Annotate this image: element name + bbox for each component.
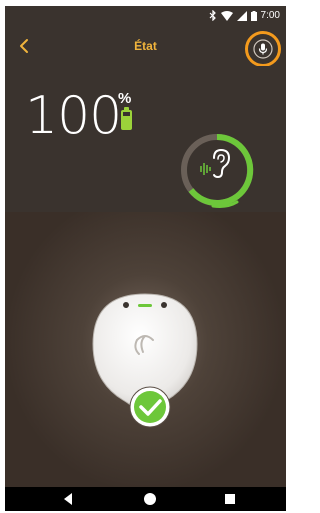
back-triangle-icon[interactable]	[61, 491, 77, 507]
status-time: 7:00	[260, 10, 280, 21]
percent-sign: %	[118, 90, 132, 107]
microphone-button[interactable]	[245, 31, 281, 67]
signal-icon	[236, 10, 247, 21]
check-mark-icon	[129, 386, 171, 428]
navigation-bar	[5, 487, 286, 511]
recent-square-icon[interactable]	[222, 491, 238, 507]
battery-icon	[250, 10, 257, 21]
status-bar: 7:00	[5, 6, 286, 26]
hearing-status-ring	[181, 133, 254, 208]
battery-percentage: 100	[25, 86, 122, 146]
sound-processor-image	[92, 293, 198, 428]
bluetooth-icon	[209, 10, 216, 21]
home-circle-icon[interactable]	[142, 491, 158, 507]
microphone-icon	[253, 39, 273, 59]
app-bar: État	[5, 26, 286, 68]
wifi-icon	[220, 10, 233, 21]
battery-level-icon	[121, 107, 132, 130]
device-area	[5, 212, 286, 487]
phone-screen: 7:00 État 100 %	[5, 6, 286, 511]
page-title: État	[134, 39, 157, 53]
ear-with-sound-icon	[200, 148, 231, 179]
